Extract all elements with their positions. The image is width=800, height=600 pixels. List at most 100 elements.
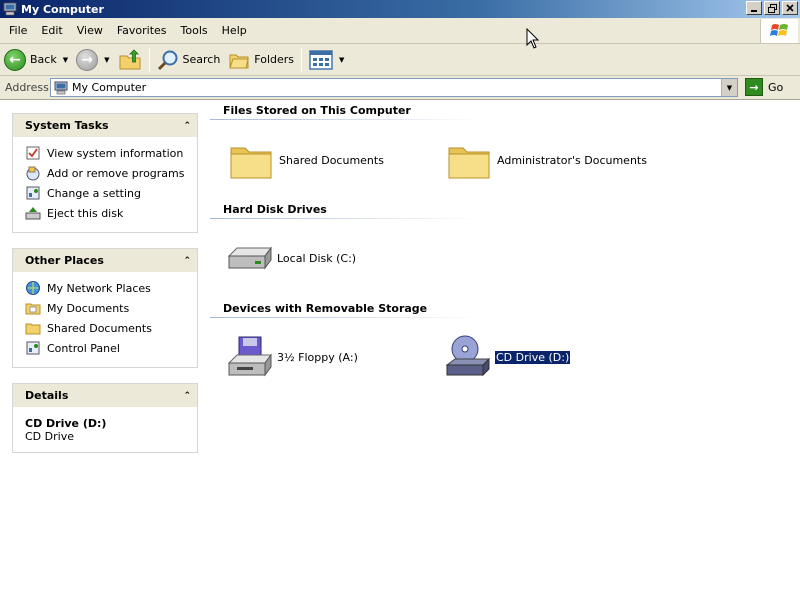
item-floppy-a[interactable]: 3½ Floppy (A:) [225, 333, 358, 381]
task-change-a-setting[interactable]: Change a setting [25, 183, 197, 203]
documents-folder-icon [25, 300, 41, 316]
panel-title: System Tasks [25, 119, 109, 132]
task-label: Change a setting [47, 186, 141, 200]
minimize-button[interactable] [746, 1, 762, 15]
place-label: Shared Documents [47, 321, 152, 335]
computer-icon [54, 81, 68, 94]
restore-icon [767, 3, 777, 13]
collapse-chevron-icon[interactable]: ⌃ [183, 391, 191, 401]
address-bar: Address My Computer ▼ → Go [0, 76, 800, 100]
go-button[interactable]: → Go [745, 78, 783, 96]
folders-button[interactable]: Folders [224, 46, 298, 74]
windows-flag-icon [769, 24, 788, 36]
windows-logo [760, 19, 798, 43]
place-my-documents[interactable]: My Documents [25, 298, 197, 318]
restore-button[interactable] [764, 1, 780, 15]
task-label: View system information [47, 146, 184, 160]
other-places-header[interactable]: Other Places ⌃ [13, 249, 197, 272]
section-divider [210, 218, 480, 219]
collapse-chevron-icon[interactable]: ⌃ [183, 256, 191, 266]
folders-icon [229, 54, 249, 68]
back-arrow-icon: ← [4, 48, 26, 71]
place-label: Control Panel [47, 341, 120, 355]
standard-toolbar: ← Back ▼ → ▼ Search Folders ▼ [0, 44, 800, 76]
chevron-down-icon[interactable]: ▼ [104, 56, 109, 64]
item-label-selected: CD Drive (D:) [493, 349, 572, 365]
system-tasks-header[interactable]: System Tasks ⌃ [13, 114, 197, 137]
item-cd-drive-d[interactable]: CD Drive (D:) [443, 333, 572, 381]
task-add-remove-programs[interactable]: Add or remove programs [25, 163, 197, 183]
folder-up-icon [119, 48, 140, 69]
close-button[interactable] [782, 1, 798, 15]
menu-edit[interactable]: Edit [34, 24, 69, 37]
up-button[interactable] [114, 46, 146, 74]
my-computer-window: My Computer File Edit View Favorites Too… [0, 0, 800, 600]
panel-title: Other Places [25, 254, 104, 267]
item-label: Administrator's Documents [497, 153, 647, 167]
menu-file[interactable]: File [0, 24, 34, 37]
control-panel-icon [25, 340, 41, 356]
collapse-chevron-icon[interactable]: ⌃ [183, 121, 191, 131]
add-remove-programs-icon [25, 165, 41, 181]
chevron-down-icon: ▼ [726, 83, 733, 92]
folder-icon [448, 147, 490, 179]
back-label: Back [30, 53, 57, 66]
item-label: Local Disk (C:) [277, 251, 357, 265]
views-icon [309, 49, 333, 70]
menu-favorites[interactable]: Favorites [110, 24, 174, 37]
go-label: Go [768, 80, 784, 94]
section-divider [210, 119, 480, 120]
network-places-icon [25, 280, 41, 296]
close-icon [786, 4, 794, 12]
title-bar[interactable]: My Computer [0, 0, 800, 18]
item-local-disk-c[interactable]: Local Disk (C:) [225, 234, 356, 282]
search-button[interactable]: Search [153, 46, 225, 74]
menu-tools[interactable]: Tools [174, 24, 215, 37]
chevron-down-icon[interactable]: ▼ [339, 56, 344, 64]
section-title-hard-disk-drives: Hard Disk Drives [223, 203, 327, 216]
back-button[interactable]: ← Back ▼ [0, 46, 72, 74]
computer-icon [3, 2, 17, 16]
menu-help[interactable]: Help [215, 24, 254, 37]
section-title-removable-storage: Devices with Removable Storage [223, 302, 428, 315]
toolbar-separator [148, 47, 150, 72]
item-shared-documents[interactable]: Shared Documents [227, 136, 384, 184]
address-dropdown-button[interactable]: ▼ [721, 79, 737, 96]
menu-view[interactable]: View [70, 24, 110, 37]
forward-button[interactable]: → ▼ [72, 46, 113, 74]
floppy-drive-icon [227, 336, 272, 377]
window-title: My Computer [21, 2, 104, 16]
details-header[interactable]: Details ⌃ [13, 384, 197, 407]
item-label: Shared Documents [279, 153, 384, 167]
other-places-panel: Other Places ⌃ My Network Places My Docu… [12, 248, 198, 368]
minimize-icon [751, 10, 757, 12]
system-info-icon [25, 145, 41, 161]
toolbar-separator [301, 47, 303, 72]
section-divider [210, 317, 480, 318]
place-shared-documents[interactable]: Shared Documents [25, 318, 197, 338]
section-title-files: Files Stored on This Computer [223, 104, 411, 117]
forward-arrow-icon: → [76, 48, 99, 71]
chevron-down-icon[interactable]: ▼ [63, 56, 68, 64]
details-item-name: CD Drive (D:) [25, 417, 107, 430]
mouse-cursor-icon [526, 28, 540, 49]
folders-label: Folders [254, 53, 295, 66]
item-administrators-documents[interactable]: Administrator's Documents [445, 136, 647, 184]
cd-drive-icon [445, 335, 491, 377]
details-item-type: CD Drive [25, 430, 74, 443]
address-input[interactable]: My Computer ▼ [50, 78, 738, 97]
place-label: My Documents [47, 301, 130, 315]
place-my-network-places[interactable]: My Network Places [25, 278, 197, 298]
eject-disk-icon [25, 205, 41, 221]
folder-icon [25, 320, 41, 336]
hard-disk-icon [227, 246, 272, 270]
control-panel-icon [25, 185, 41, 201]
search-label: Search [182, 53, 221, 66]
task-view-system-information[interactable]: View system information [25, 143, 197, 163]
task-eject-this-disk[interactable]: Eject this disk [25, 203, 197, 223]
menu-bar: File Edit View Favorites Tools Help [0, 18, 800, 44]
views-button[interactable]: ▼ [305, 46, 348, 74]
place-control-panel[interactable]: Control Panel [25, 338, 197, 358]
item-label: 3½ Floppy (A:) [277, 350, 358, 364]
task-label: Eject this disk [47, 206, 124, 220]
